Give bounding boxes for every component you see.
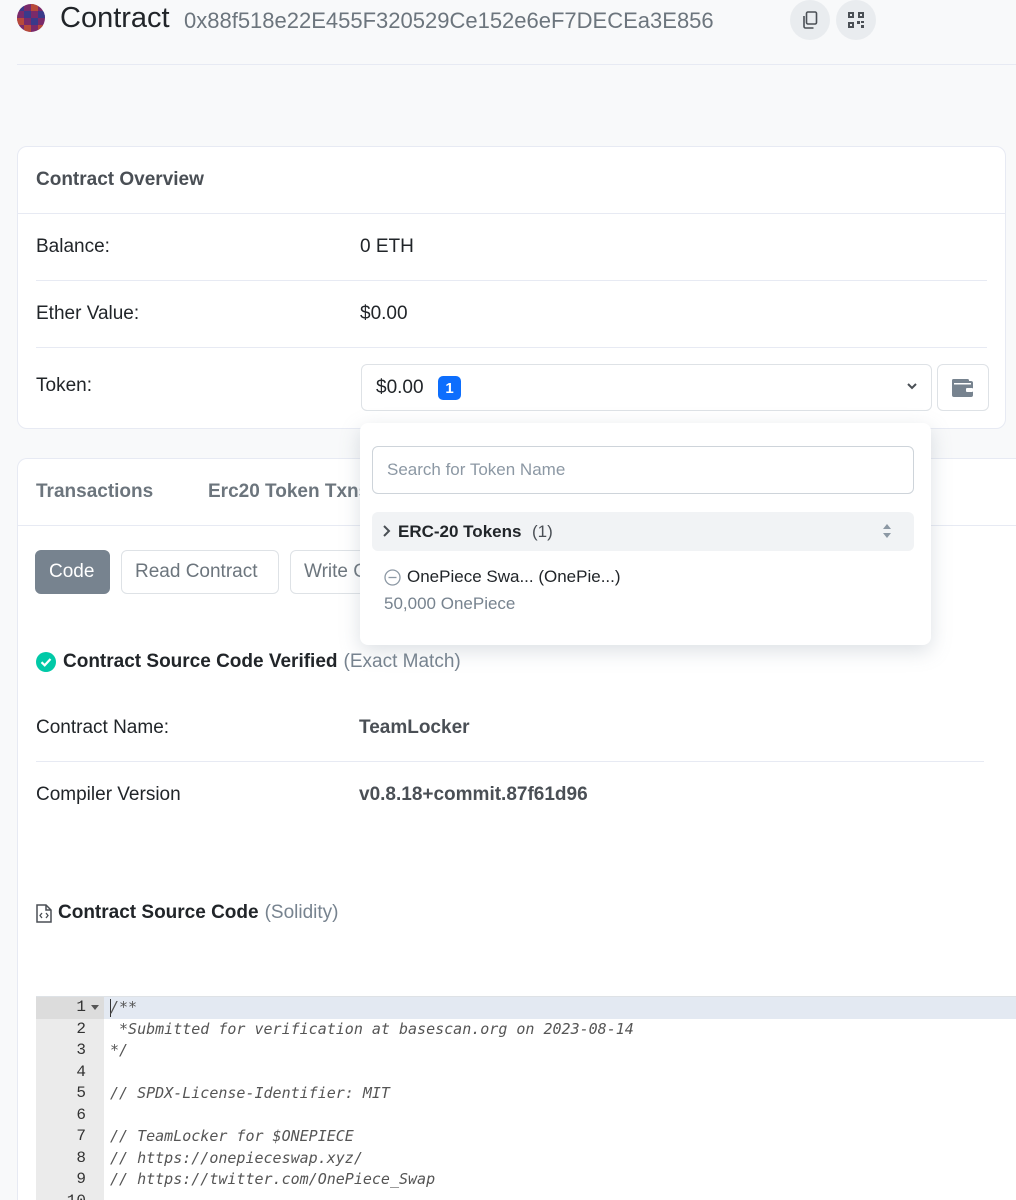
- verified-subtitle: (Exact Match): [343, 651, 461, 672]
- line-number: 7: [76, 1127, 86, 1145]
- erc20-tokens-group-toggle[interactable]: ERC-20 Tokens (1): [372, 512, 914, 551]
- code-line: 3 */: [36, 1040, 1016, 1062]
- file-code-icon: [36, 903, 52, 923]
- tab-erc20-token-txns[interactable]: Erc20 Token Txns: [208, 481, 369, 503]
- copy-address-button[interactable]: [790, 0, 830, 40]
- ether-value: $0.00: [360, 303, 408, 324]
- line-number: 8: [76, 1148, 86, 1167]
- chevron-right-icon: [383, 525, 391, 537]
- token-label: Token:: [36, 375, 92, 396]
- qr-code-button[interactable]: [836, 0, 876, 40]
- code-line: 6: [36, 1105, 1016, 1127]
- line-number: 4: [76, 1062, 86, 1081]
- line-number: 9: [76, 1170, 86, 1188]
- sort-icon: [883, 524, 891, 538]
- page-title: Contract: [60, 2, 170, 34]
- compiler-version-row: Compiler Version v0.8.18+commit.87f61d96: [36, 762, 984, 829]
- contract-overview-card: Contract Overview Balance: 0 ETH Ether V…: [17, 146, 1006, 429]
- source-code-heading: Contract Source Code (Solidity): [36, 902, 339, 924]
- code-text: */: [110, 1041, 129, 1059]
- code-text: // https://twitter.com/OnePiece_Swap: [110, 1170, 436, 1188]
- code-line: 10: [36, 1191, 1016, 1200]
- copy-icon: [803, 11, 818, 29]
- line-number: 5: [76, 1084, 86, 1102]
- code-line: 9 // https://twitter.com/OnePiece_Swap: [36, 1169, 1016, 1191]
- source-code-title: Contract Source Code: [58, 902, 259, 923]
- compiler-version-label: Compiler Version: [36, 784, 181, 805]
- token-group-label: ERC-20 Tokens: [398, 522, 522, 541]
- overview-title: Contract Overview: [36, 169, 204, 190]
- compiler-version-value: v0.8.18+commit.87f61d96: [359, 784, 588, 805]
- source-code-language: (Solidity): [264, 902, 339, 923]
- ether-value-row: Ether Value: $0.00: [36, 281, 987, 348]
- page-header: Contract 0x88f518e22E455F320529Ce152e6eF…: [0, 0, 1016, 66]
- qr-code-icon: [848, 12, 864, 28]
- line-number: 6: [76, 1105, 86, 1124]
- contract-avatar-icon: [17, 4, 45, 32]
- read-contract-button[interactable]: Read Contract: [121, 550, 279, 594]
- code-button[interactable]: Code: [35, 550, 110, 594]
- code-line: 2 *Submitted for verification at basesca…: [36, 1019, 1016, 1041]
- wallet-icon: [952, 378, 973, 397]
- code-line: 8 // https://onepieceswap.xyz/: [36, 1148, 1016, 1170]
- balance-label: Balance:: [36, 236, 110, 257]
- balance-row: Balance: 0 ETH: [36, 214, 987, 281]
- check-circle-icon: [36, 652, 56, 672]
- token-search-input[interactable]: [372, 446, 914, 494]
- fold-toggle-icon[interactable]: [91, 1005, 99, 1010]
- code-line: 1 /**: [36, 997, 1016, 1019]
- header-divider: [17, 64, 1016, 65]
- code-text: *Submitted for verification at basescan.…: [110, 1019, 634, 1038]
- code-line: 7 // TeamLocker for $ONEPIECE: [36, 1126, 1016, 1148]
- contract-name-row: Contract Name: TeamLocker: [36, 695, 984, 762]
- token-list-item[interactable]: OnePiece Swa... (OnePie...) 50,000 OnePi…: [384, 565, 904, 619]
- token-group-count: (1): [532, 522, 553, 541]
- token-holdings-select[interactable]: $0.00 1: [361, 364, 932, 411]
- contract-address: 0x88f518e22E455F320529Ce152e6eF7DECEa3E8…: [184, 8, 714, 33]
- token-dropdown-menu: ERC-20 Tokens (1) OnePiece Swa... (OnePi…: [360, 423, 931, 645]
- overview-header: Contract Overview: [18, 147, 1005, 214]
- balance-value: 0 ETH: [360, 236, 414, 257]
- code-line: 5 // SPDX-License-Identifier: MIT: [36, 1083, 1016, 1105]
- contract-name-value: TeamLocker: [359, 717, 470, 738]
- line-number: 10: [36, 1191, 104, 1200]
- chevron-down-icon: [907, 383, 917, 390]
- code-text: // SPDX-License-Identifier: MIT: [110, 1084, 390, 1102]
- code-text: // TeamLocker for $ONEPIECE: [110, 1127, 354, 1145]
- line-number: 2: [76, 1019, 86, 1038]
- token-placeholder-icon: [384, 569, 401, 586]
- token-balance: 50,000 OnePiece: [384, 594, 516, 613]
- ether-value-label: Ether Value:: [36, 303, 140, 324]
- code-line: 4: [36, 1062, 1016, 1084]
- verified-status: Contract Source Code Verified (Exact Mat…: [36, 651, 461, 673]
- code-text: // https://onepieceswap.xyz/: [110, 1148, 363, 1167]
- line-number: 3: [76, 1041, 86, 1059]
- wallet-button[interactable]: [937, 364, 989, 411]
- source-code-editor[interactable]: 1 /** 2 *Submitted for verification at b…: [36, 996, 1016, 1200]
- contract-name-label: Contract Name:: [36, 717, 170, 738]
- verified-title: Contract Source Code Verified: [63, 651, 338, 672]
- token-name: OnePiece Swa... (OnePie...): [407, 567, 621, 586]
- code-text: /**: [110, 998, 138, 1016]
- token-total-value: $0.00: [376, 377, 424, 398]
- tab-transactions[interactable]: Transactions: [36, 481, 153, 503]
- token-count-badge: 1: [438, 376, 461, 400]
